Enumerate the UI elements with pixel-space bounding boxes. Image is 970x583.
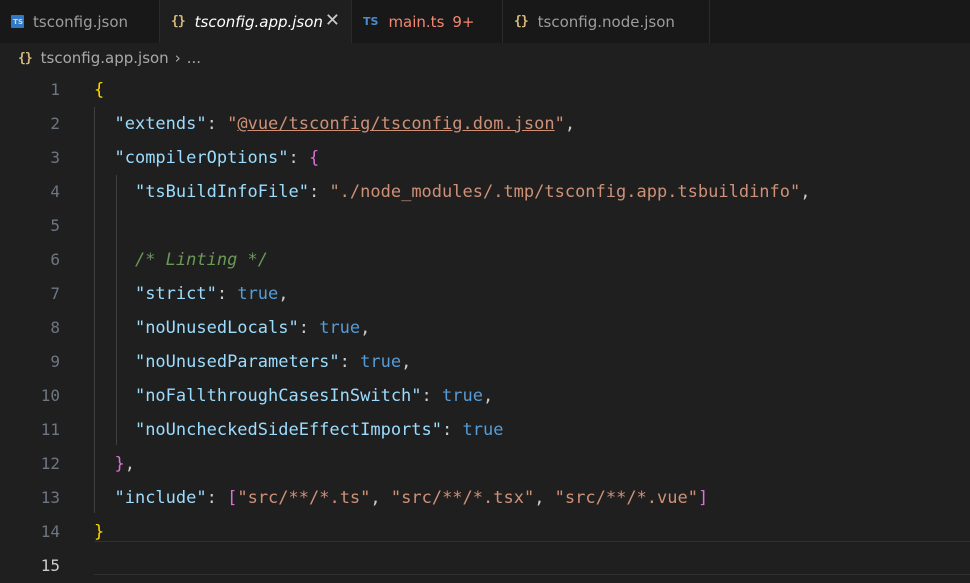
line-number: 3 [50,148,60,167]
extends-link[interactable]: @vue/tsconfig/tsconfig.dom.json [237,114,554,134]
colon: : [421,386,443,406]
json-boolean: true [462,420,504,440]
comma: , [564,114,576,134]
bracket: { [308,148,320,168]
json-boolean: true [360,352,402,372]
line-number: 4 [50,182,60,201]
json-boolean: true [237,284,279,304]
line-number: 2 [50,114,60,133]
breadcrumb: {} tsconfig.app.json › ... [0,43,970,73]
string-quote: " [554,114,565,134]
line-number: 12 [40,454,60,473]
tab-main-ts[interactable]: TS main.ts 9+ [352,0,503,43]
bracket: } [114,454,125,474]
string-quote: " [227,114,238,134]
comma: , [482,386,494,406]
json-key: "extends" [114,114,207,134]
colon: : [206,114,228,134]
bracket: } [94,522,105,542]
line-number: 6 [50,250,60,269]
line-number: 1 [50,80,60,99]
code-line: 7 "strict": true, [0,277,970,311]
close-tab-icon[interactable]: ✕ [325,10,340,31]
tab-label: tsconfig.json [33,12,129,31]
colon: : [216,284,238,304]
code-line: 6 /* Linting */ [0,243,970,277]
bracket: { [94,80,105,100]
comma: , [800,182,811,202]
typescript-config-icon: TS [11,15,24,28]
code-line: 11 "noUncheckedSideEffectImports": true [0,413,970,447]
code-line: 15 [0,549,970,583]
comma: , [360,318,371,338]
json-key: "noFallthroughCasesInSwitch" [134,386,422,406]
code-line: 5 [0,209,970,243]
line-number: 10 [40,386,60,405]
code-line: 2 "extends": "@vue/tsconfig/tsconfig.dom… [0,107,970,141]
json-key: "strict" [134,284,217,304]
problems-badge: 9+ [452,12,475,31]
json-string: "src/**/*.tsx" [390,488,535,508]
line-number: 7 [50,284,60,303]
line-number: 5 [50,216,60,235]
colon: : [206,488,228,508]
bracket: ] [697,488,709,508]
json-key: "noUnusedParameters" [134,352,340,372]
code-line: 12 }, [0,447,970,481]
code-line: 4 "tsBuildInfoFile": "./node_modules/.tm… [0,175,970,209]
line-number: 15 [40,556,60,575]
json-braces-icon: {} [171,14,186,29]
line-number: 13 [40,488,60,507]
tab-label: main.ts [388,12,445,31]
comma: , [124,454,135,474]
chevron-right-icon: › [174,49,181,67]
colon: : [308,182,330,202]
tab-label: tsconfig.node.json [537,12,675,31]
json-braces-icon: {} [514,14,529,29]
code-line: 14 } [0,515,970,549]
json-string: "src/**/*.ts" [237,488,371,508]
bracket: [ [227,488,238,508]
line-number: 11 [40,420,60,439]
line-number: 8 [50,318,60,337]
colon: : [442,420,463,440]
comma: , [534,488,555,508]
json-key: "compilerOptions" [114,148,289,168]
json-key: "noUnusedLocals" [134,318,299,338]
code-editor[interactable]: 1 { 2 "extends": "@vue/tsconfig/tsconfig… [0,73,970,575]
breadcrumb-file[interactable]: tsconfig.app.json [41,49,169,67]
json-braces-icon: {} [18,50,33,66]
comma: , [278,284,289,304]
tab-tsconfig-app-json[interactable]: {} tsconfig.app.json ✕ [160,0,352,43]
comma: , [401,352,412,372]
comment: /* Linting */ [134,250,269,270]
colon: : [339,352,361,372]
code-line: 9 "noUnusedParameters": true, [0,345,970,379]
tab-tsconfig-node-json[interactable]: {} tsconfig.node.json [503,0,710,43]
code-line: 1 { [0,73,970,107]
breadcrumb-more[interactable]: ... [187,49,201,67]
code-line: 3 "compilerOptions": { [0,141,970,175]
colon: : [298,318,320,338]
line-number: 9 [50,352,60,371]
code-line: 10 "noFallthroughCasesInSwitch": true, [0,379,970,413]
json-key: "include" [114,488,207,508]
code-line: 13 "include": ["src/**/*.ts", "src/**/*.… [0,481,970,515]
colon: : [288,148,309,168]
line-number: 14 [40,522,60,541]
comma: , [370,488,391,508]
tab-label: tsconfig.app.json [194,12,323,31]
json-key: "tsBuildInfoFile" [134,182,309,202]
editor-tab-bar: TS tsconfig.json {} tsconfig.app.json ✕ … [0,0,970,43]
json-key: "noUncheckedSideEffectImports" [134,420,442,440]
json-string: "./node_modules/.tmp/tsconfig.app.tsbuil… [329,182,801,202]
json-boolean: true [319,318,361,338]
json-string: "src/**/*.vue" [554,488,698,508]
typescript-file-icon: TS [363,15,379,28]
json-boolean: true [442,386,483,406]
code-line: 8 "noUnusedLocals": true, [0,311,970,345]
tab-tsconfig-json[interactable]: TS tsconfig.json [0,0,160,43]
